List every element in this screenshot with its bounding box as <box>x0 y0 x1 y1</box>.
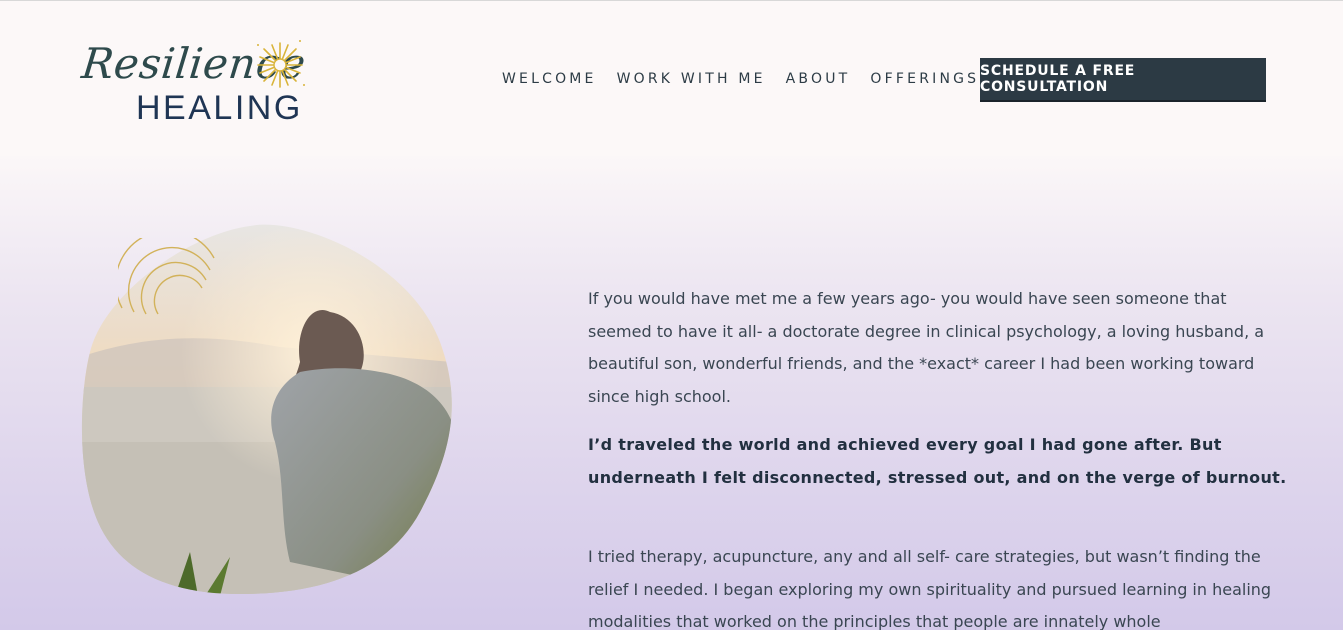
logo-word-text: HEALING <box>136 89 303 127</box>
hero-text: If you would have met me a few years ago… <box>588 283 1288 630</box>
nav-offerings[interactable]: OFFERINGS <box>870 71 979 87</box>
nav-about[interactable]: ABOUT <box>786 71 851 87</box>
site-logo[interactable]: Resilience HEALING <box>79 35 310 130</box>
decorative-arcs <box>118 238 215 315</box>
nav-welcome[interactable]: WELCOME <box>502 71 597 87</box>
nav-work-with-me[interactable]: WORK WITH ME <box>617 71 766 87</box>
story-paragraph-1: If you would have met me a few years ago… <box>588 289 1265 406</box>
main-nav: WELCOME WORK WITH ME ABOUT OFFERINGS <box>502 71 999 87</box>
site-header: Resilience HEALING WELCOME WORK WITH ME … <box>0 1 1343 156</box>
story-paragraph-3: I tried therapy, acupuncture, any and al… <box>588 547 1272 630</box>
story-paragraph-2: I’d traveled the world and achieved ever… <box>588 435 1287 487</box>
sun-icon <box>257 40 305 88</box>
schedule-consultation-button[interactable]: SCHEDULE A FREE CONSULTATION <box>980 58 1266 102</box>
